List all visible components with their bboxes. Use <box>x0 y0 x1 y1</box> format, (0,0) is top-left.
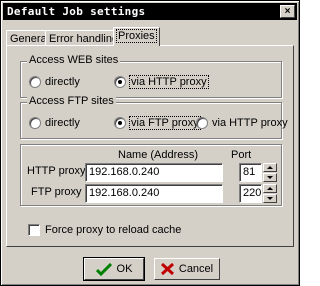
port-header: Port <box>231 149 252 161</box>
http-proxy-port-stepper[interactable] <box>263 163 277 182</box>
spin-down-icon[interactable] <box>263 173 277 182</box>
web-directly-label: directly <box>45 76 80 88</box>
http-proxy-label: HTTP proxy <box>27 165 86 177</box>
web-via-http-proxy-label: via HTTP proxy <box>129 75 209 89</box>
name-address-header: Name (Address) <box>118 149 199 161</box>
access-web-group-title: Access WEB sites <box>27 54 121 66</box>
web-directly-radio[interactable]: directly <box>29 76 80 88</box>
http-proxy-port-input[interactable]: 81 <box>239 163 262 182</box>
title-bar[interactable]: Default Job settings × <box>3 3 297 20</box>
window-title: Default Job settings <box>7 5 146 18</box>
radio-circle-selected <box>114 76 126 88</box>
tab-error-handling[interactable]: Error handling <box>45 30 123 46</box>
cancel-label: Cancel <box>178 263 214 275</box>
force-reload-checkbox[interactable]: Force proxy to reload cache <box>28 224 181 236</box>
ftp-proxy-address-input[interactable]: 192.168.0.240 <box>85 184 223 203</box>
tab-general-label: General <box>10 33 50 45</box>
radio-circle <box>29 76 41 88</box>
close-button[interactable]: × <box>280 5 295 18</box>
ftp-via-ftp-proxy-label: via FTP proxy <box>129 116 201 130</box>
tab-error-handling-label: Error handling <box>49 33 119 45</box>
tab-proxies[interactable]: Proxies <box>113 27 160 46</box>
spin-down-icon[interactable] <box>263 194 277 203</box>
web-via-http-proxy-radio[interactable]: via HTTP proxy <box>114 75 209 89</box>
ftp-via-http-proxy-radio[interactable]: via HTTP proxy <box>196 117 288 129</box>
access-web-group: Access WEB sites directly via HTTP proxy <box>20 54 282 98</box>
ok-button[interactable]: OK <box>83 257 145 281</box>
ftp-via-ftp-proxy-radio[interactable]: via FTP proxy <box>114 116 201 130</box>
cancel-button[interactable]: Cancel <box>154 258 220 280</box>
ftp-proxy-port-input[interactable]: 220 <box>239 184 262 203</box>
ok-label: OK <box>116 263 133 275</box>
proxy-address-group: Name (Address) Port HTTP proxy 192.168.0… <box>20 144 282 206</box>
access-ftp-group-title: Access FTP sites <box>27 95 116 107</box>
radio-circle <box>196 117 208 129</box>
check-icon <box>95 262 112 276</box>
checkbox-box <box>28 224 40 236</box>
ftp-proxy-label: FTP proxy <box>31 186 82 198</box>
dialog-window: Default Job settings × General Error han… <box>0 0 300 286</box>
ftp-directly-label: directly <box>45 117 80 129</box>
spin-up-icon[interactable] <box>263 184 277 193</box>
radio-circle <box>29 117 41 129</box>
spin-up-icon[interactable] <box>263 163 277 172</box>
radio-circle-selected <box>114 117 126 129</box>
ftp-directly-radio[interactable]: directly <box>29 117 80 129</box>
force-reload-label: Force proxy to reload cache <box>45 224 182 236</box>
proxies-panel: Access WEB sites directly via HTTP proxy… <box>6 45 294 247</box>
ftp-via-http-proxy-label: via HTTP proxy <box>212 117 288 129</box>
access-ftp-group: Access FTP sites directly via FTP proxy … <box>20 95 288 139</box>
close-icon: × <box>284 6 291 17</box>
tab-proxies-label: Proxies <box>116 29 157 43</box>
http-proxy-address-input[interactable]: 192.168.0.240 <box>85 163 223 182</box>
ftp-proxy-port-stepper[interactable] <box>263 184 277 203</box>
x-icon <box>160 263 174 275</box>
